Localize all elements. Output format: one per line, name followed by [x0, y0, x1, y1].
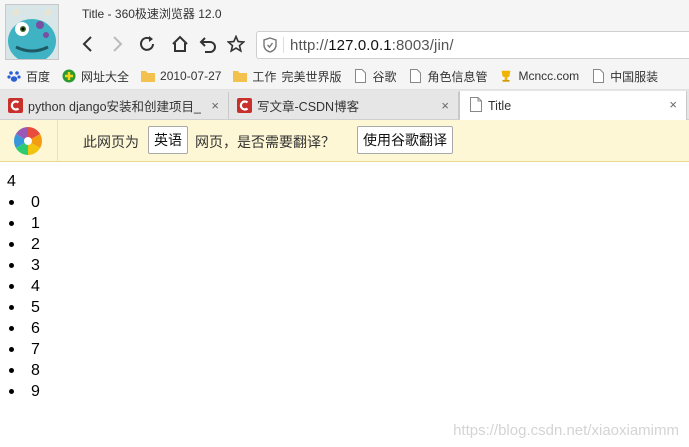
tab-close-icon[interactable]: × — [669, 97, 677, 112]
number-list: 0 1 2 3 4 5 6 7 8 9 — [7, 192, 40, 402]
list-item: 3 — [7, 255, 40, 276]
page-icon — [408, 69, 422, 83]
bookmark-label: 工作 — [252, 69, 277, 84]
translate-logo-icon — [11, 124, 45, 158]
list-item: 8 — [7, 360, 40, 381]
reload-button[interactable] — [137, 33, 157, 55]
tab-label: python django安装和创建项目_ — [28, 100, 201, 114]
bookmark-mcncc[interactable]: Mcncc.com — [499, 69, 579, 83]
bookmark-role-info[interactable]: 角色信息管 — [408, 68, 487, 85]
page-icon — [353, 69, 367, 83]
address-divider — [283, 37, 284, 53]
bookmark-label: 完美世界版 — [281, 69, 342, 84]
globe-plus-icon — [62, 69, 76, 83]
arrow-left-icon — [82, 36, 92, 52]
undo-close-button[interactable] — [198, 33, 218, 55]
bookmark-label: 中国服装 — [610, 69, 659, 84]
tab-title[interactable]: Title × — [459, 91, 687, 120]
url-text[interactable]: http://127.0.0.1:8003/jin/ — [290, 37, 454, 54]
tab-close-icon[interactable]: × — [211, 98, 219, 113]
translate-question-text: 网页，是否需要翻译？ — [195, 134, 335, 150]
bookmark-label: Mcncc.com — [518, 69, 580, 83]
translate-bar: 此网页为 英语 网页，是否需要翻译？ 使用谷歌翻译 — [0, 120, 689, 162]
bookmark-label: 2010-07-27 — [160, 69, 222, 83]
tab-strip: python django安装和创建项目_ × 写文章-CSDN博客 × Tit… — [0, 90, 689, 120]
window-title: Title - 360极速浏览器 12.0 — [82, 7, 222, 21]
list-item: 2 — [7, 234, 40, 255]
tab-close-icon[interactable]: × — [441, 98, 449, 113]
reload-icon — [140, 36, 154, 51]
bookmark-folder-work[interactable]: 工作 — [233, 68, 276, 85]
address-bar[interactable]: http://127.0.0.1:8003/jin/ — [256, 31, 689, 59]
url-host: 127.0.0.1 — [328, 36, 392, 54]
star-icon — [227, 35, 245, 53]
bookmark-baidu[interactable]: 百度 — [7, 68, 50, 85]
csdn-icon — [8, 98, 23, 113]
undo-icon — [199, 37, 216, 53]
home-button[interactable] — [170, 33, 190, 55]
bookmark-folder-2010[interactable]: 2010-07-27 — [141, 69, 221, 83]
watermark: https://blog.csdn.net/xiaoxiamimm — [453, 422, 679, 439]
profile-avatar[interactable] — [5, 4, 59, 60]
csdn-icon — [237, 98, 252, 113]
bookmark-label: 网址大全 — [81, 69, 130, 84]
page-content: 4 0 1 2 3 4 5 6 7 8 9 — [7, 171, 40, 402]
paw-icon — [7, 69, 21, 83]
tab-label: Title — [488, 98, 512, 113]
page-icon — [591, 69, 605, 83]
trophy-icon — [499, 69, 513, 83]
language-button[interactable]: 英语 — [148, 126, 188, 154]
google-translate-button[interactable]: 使用谷歌翻译 — [357, 126, 453, 154]
bookmark-google[interactable]: 谷歌 — [353, 68, 396, 85]
bookmark-perfect-world[interactable]: 完美世界版 — [281, 68, 341, 85]
tab-label: 写文章-CSDN博客 — [257, 100, 360, 114]
tab-csdn-write[interactable]: 写文章-CSDN博客 × — [229, 92, 459, 119]
bookmark-label: 角色信息管 — [427, 69, 488, 84]
number-value: 4 — [7, 173, 16, 190]
list-item: 4 — [7, 276, 40, 297]
bookmark-label: 百度 — [26, 69, 51, 84]
list-item: 1 — [7, 213, 40, 234]
back-button[interactable] — [78, 33, 98, 55]
bookmark-china-clothing[interactable]: 中国服装 — [591, 68, 658, 85]
forward-button[interactable] — [107, 33, 127, 55]
list-item: 5 — [7, 297, 40, 318]
shield-icon[interactable] — [263, 37, 277, 53]
list-item: 9 — [7, 381, 40, 402]
browser-toolbar: Title - 360极速浏览器 12.0 http://127.0.0.1:8… — [0, 0, 689, 63]
arrow-right-icon — [113, 36, 123, 52]
translate-divider — [57, 120, 58, 161]
url-path: :8003/jin/ — [391, 36, 454, 54]
url-scheme: http:// — [290, 36, 329, 54]
home-icon — [172, 35, 188, 52]
bookmark-label: 谷歌 — [372, 69, 397, 84]
translate-prefix-text: 此网页为 — [83, 134, 139, 150]
page-icon — [470, 97, 485, 112]
list-item: 0 — [7, 192, 40, 213]
list-item: 6 — [7, 318, 40, 339]
bookmark-star-button[interactable] — [226, 33, 246, 55]
folder-icon — [141, 69, 156, 83]
folder-icon — [233, 69, 248, 83]
list-item: 7 — [7, 339, 40, 360]
bookmarks-bar: 百度 网址大全 2010-07-27 工作 完美世界版 谷歌 角色信息管 Mcn… — [0, 63, 689, 90]
tab-django[interactable]: python django安装和创建项目_ × — [0, 92, 229, 119]
bookmark-site-directory[interactable]: 网址大全 — [62, 68, 129, 85]
